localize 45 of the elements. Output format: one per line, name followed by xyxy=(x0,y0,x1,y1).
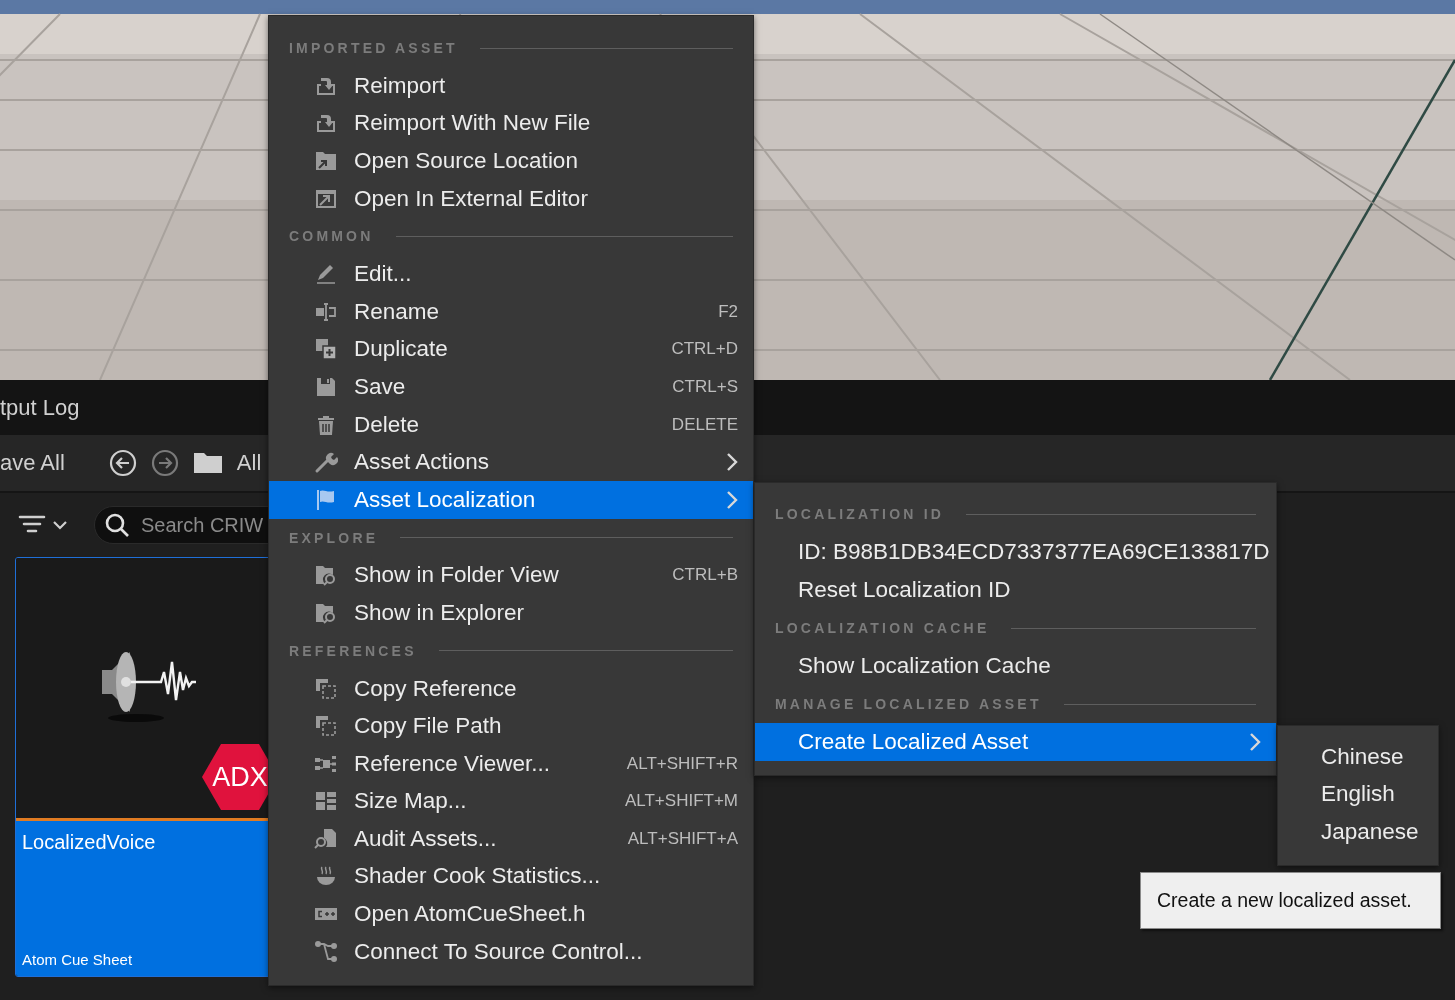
section-heading: LOCALIZATION CACHE xyxy=(775,620,990,636)
menu-item[interactable]: Chinese xyxy=(1278,738,1438,776)
menu-item[interactable]: Create Localized Asset xyxy=(755,723,1276,761)
section-heading: EXPLORE xyxy=(289,529,379,546)
menu-item[interactable]: Asset Localization xyxy=(269,480,753,519)
search-icon xyxy=(104,512,130,538)
menu-item[interactable]: Open In External Editor xyxy=(269,179,753,218)
asset-type: Atom Cue Sheet xyxy=(22,951,134,968)
save-all-button[interactable]: ave All xyxy=(0,450,65,476)
section-heading: LOCALIZATION ID xyxy=(775,506,945,522)
copy-icon xyxy=(314,714,338,739)
menu-item[interactable]: Save CTRL+S xyxy=(269,368,753,406)
duplicate-icon xyxy=(314,337,338,362)
pencil-icon xyxy=(314,262,338,287)
menu-item[interactable]: Japanese xyxy=(1278,813,1438,851)
caret-icon[interactable] xyxy=(52,519,68,531)
section-heading: MANAGE LOCALIZED ASSET xyxy=(775,696,1042,712)
section-heading: COMMON xyxy=(289,228,374,245)
menu-item[interactable]: Asset Actions xyxy=(269,443,753,481)
section-heading: IMPORTED ASSET xyxy=(289,40,458,56)
menu-item[interactable]: English xyxy=(1278,775,1438,813)
folder-icon[interactable] xyxy=(192,451,223,475)
menu-item[interactable]: Rename F2 xyxy=(269,292,753,331)
wrench-icon xyxy=(314,450,338,475)
asset-name: LocalizedVoice xyxy=(22,831,157,854)
menu-item[interactable]: Delete DELETE xyxy=(269,405,753,444)
menu-item[interactable]: Show Localization Cache xyxy=(755,647,1276,685)
tooltip: Create a new localized asset. xyxy=(1140,872,1441,929)
menu-item[interactable]: Reimport With New File xyxy=(269,104,753,143)
copy-icon xyxy=(314,676,338,701)
forward-icon[interactable] xyxy=(150,449,179,477)
path-breadcrumb[interactable]: All xyxy=(236,450,262,476)
menu-item[interactable]: Duplicate CTRL+D xyxy=(269,330,753,369)
menu-item[interactable]: Edit... xyxy=(269,255,753,293)
folder-search-icon xyxy=(314,563,338,588)
document-search-icon xyxy=(314,826,338,851)
branch-icon xyxy=(314,939,338,964)
menu-item[interactable]: Open Source Location xyxy=(269,142,753,180)
menu-item[interactable]: Reimport xyxy=(269,67,753,105)
section-heading: REFERENCES xyxy=(289,642,417,659)
panel-tab[interactable]: tput Log xyxy=(0,394,80,421)
menu-item[interactable]: ID: B98B1DB34ECD7337377EA69CE133817D xyxy=(755,533,1276,571)
back-icon[interactable] xyxy=(108,449,137,477)
menu-item[interactable]: Reset Localization ID xyxy=(755,571,1276,609)
folder-arrow-icon xyxy=(314,149,338,173)
